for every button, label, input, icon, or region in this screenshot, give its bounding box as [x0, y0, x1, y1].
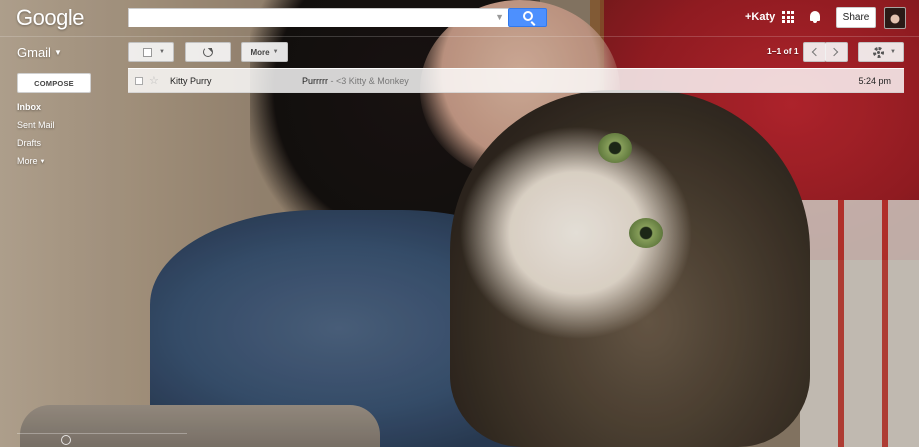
- table-row[interactable]: ☆ Kitty Purry Purrrrr - <3 Kitty & Monke…: [128, 68, 904, 93]
- share-button[interactable]: Share: [836, 7, 876, 28]
- sidebar-item-sent-mail[interactable]: Sent Mail: [17, 118, 55, 136]
- pagination-count: 1–1 of 1: [767, 46, 799, 56]
- chevron-down-icon: ▼: [159, 49, 165, 55]
- sidebar-item-inbox[interactable]: Inbox: [17, 100, 55, 118]
- chevron-down-icon: ▼: [272, 49, 279, 55]
- refresh-icon: [203, 47, 213, 57]
- compose-button[interactable]: COMPOSE: [17, 73, 91, 93]
- sidebar-item-drafts[interactable]: Drafts: [17, 136, 55, 154]
- email-subject-line: Purrrrr - <3 Kitty & Monkey: [302, 76, 409, 86]
- search-input[interactable]: [129, 9, 509, 27]
- chevron-right-icon: [829, 47, 839, 57]
- chevron-down-icon: ▼: [890, 49, 896, 55]
- search-icon: [523, 11, 533, 21]
- sidebar-divider: [17, 433, 187, 434]
- chevron-down-icon: ▼: [39, 159, 46, 165]
- email-time: 5:24 pm: [858, 76, 891, 86]
- chat-icon[interactable]: [61, 435, 71, 445]
- sidebar-item-more[interactable]: More ▼: [17, 154, 55, 172]
- header-divider: [0, 36, 919, 37]
- apps-icon[interactable]: [782, 11, 794, 23]
- bell-icon[interactable]: [809, 10, 821, 24]
- newer-button[interactable]: [803, 42, 826, 62]
- search-options-caret-icon[interactable]: ▼: [495, 12, 504, 22]
- gear-icon: [873, 47, 884, 58]
- chevron-down-icon: ▼: [53, 48, 62, 57]
- sidebar-item-more-label: More: [17, 156, 38, 166]
- chevron-left-icon: [811, 47, 821, 57]
- sidebar-nav: Inbox Sent Mail Drafts More ▼: [17, 100, 55, 172]
- search-box[interactable]: ▼: [128, 8, 510, 27]
- search-button[interactable]: [508, 8, 547, 27]
- gmail-menu[interactable]: Gmail ▼: [17, 45, 62, 60]
- older-button[interactable]: [825, 42, 848, 62]
- gmail-label: Gmail: [17, 45, 51, 60]
- star-icon[interactable]: ☆: [149, 74, 159, 87]
- email-sender: Kitty Purry: [170, 76, 212, 86]
- avatar[interactable]: [884, 7, 906, 29]
- email-subject: Purrrrr: [302, 76, 328, 86]
- settings-button[interactable]: ▼: [858, 42, 904, 62]
- top-bar: Google ▼ +Katy Share: [0, 0, 919, 37]
- google-logo[interactable]: Google: [16, 5, 84, 31]
- more-actions-button[interactable]: More ▼: [241, 42, 288, 62]
- refresh-button[interactable]: [185, 42, 231, 62]
- select-dropdown-button[interactable]: ▼: [128, 42, 174, 62]
- checkbox-icon: [143, 48, 152, 57]
- more-actions-label: More: [250, 47, 270, 57]
- row-checkbox[interactable]: [135, 77, 143, 85]
- email-snippet: - <3 Kitty & Monkey: [328, 76, 409, 86]
- google-plus-profile-link[interactable]: +Katy: [745, 11, 775, 23]
